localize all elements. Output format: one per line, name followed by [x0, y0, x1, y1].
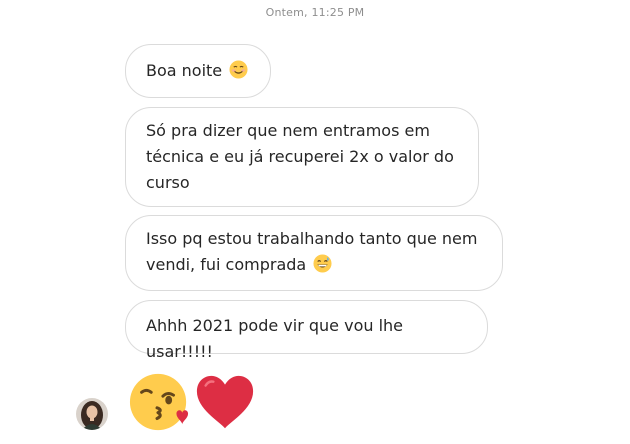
- face-blowing-kiss-icon[interactable]: [128, 371, 190, 433]
- grinning-sweat-icon: [313, 254, 332, 273]
- red-heart-icon[interactable]: [194, 372, 256, 434]
- message-bubble[interactable]: Isso pq estou trabalhando tanto que nem …: [125, 215, 503, 291]
- message-bubble[interactable]: Ahhh 2021 pode vir que vou lhe usar!!!!!: [125, 300, 488, 361]
- message-text: Ahhh 2021 pode vir que vou lhe usar!!!!!: [146, 316, 404, 361]
- smiling-face-icon: [229, 60, 248, 79]
- message-text: Só pra dizer que nem entramos em técnica…: [146, 121, 454, 192]
- message-text: Boa noite: [146, 61, 223, 80]
- message-timestamp: Ontem, 11:25 PM: [265, 6, 365, 19]
- contact-avatar[interactable]: [76, 398, 108, 430]
- avatar-image: [76, 398, 108, 430]
- message-bubble[interactable]: Boa noite: [125, 44, 271, 98]
- message-bubble[interactable]: Só pra dizer que nem entramos em técnica…: [125, 107, 479, 207]
- message-text: Isso pq estou trabalhando tanto que nem …: [146, 229, 478, 274]
